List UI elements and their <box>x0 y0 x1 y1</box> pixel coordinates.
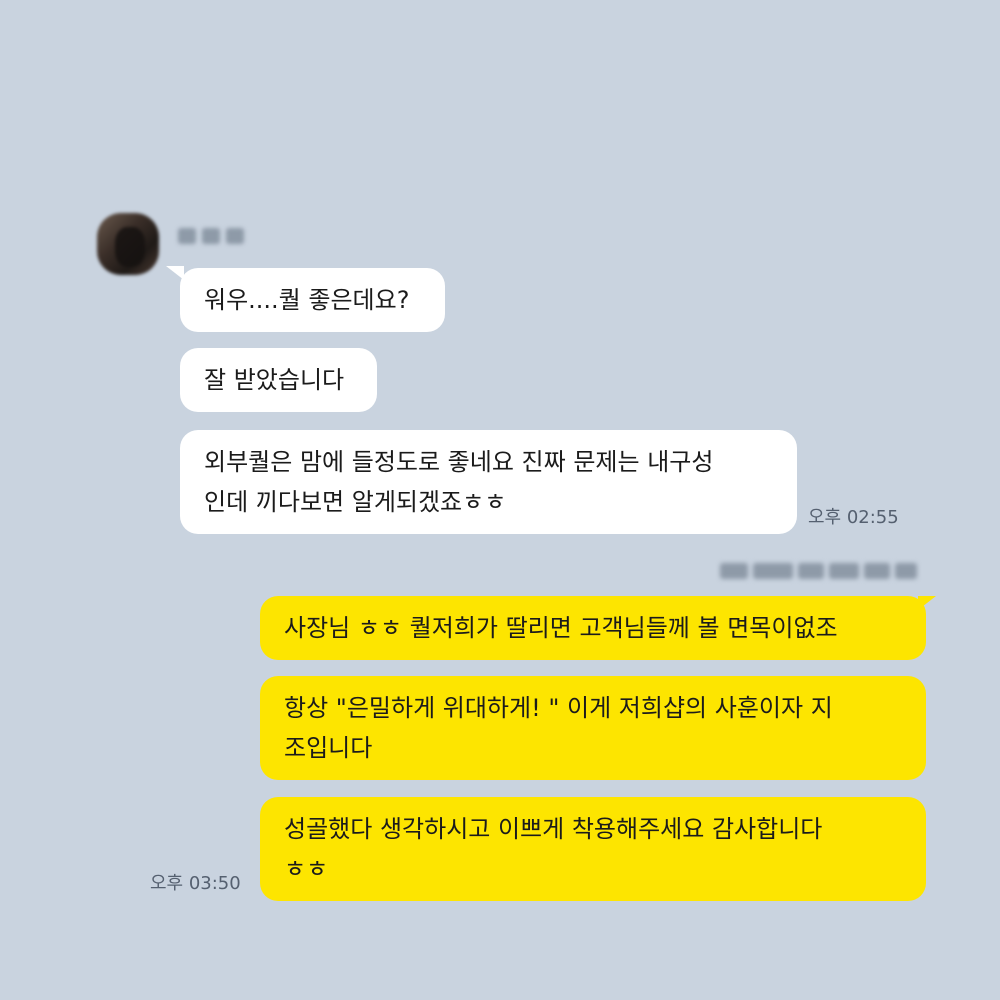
incoming-message-2[interactable]: 잘 받았습니다 <box>180 348 377 412</box>
read-status-blurred <box>720 558 926 584</box>
outgoing-message-2[interactable]: 항상 "은밀하게 위대하게! " 이게 저희샵의 사훈이자 지 조입니다 <box>260 676 926 780</box>
chat-window: 워우....퀄 좋은데요? 잘 받았습니다 외부퀄은 맘에 들정도로 좋네요 진… <box>0 0 1000 1000</box>
sender-avatar[interactable] <box>97 213 159 275</box>
incoming-message-3[interactable]: 외부퀄은 맘에 들정도로 좋네요 진짜 문제는 내구성 인데 끼다보면 알게되겠… <box>180 430 797 534</box>
incoming-message-1[interactable]: 워우....퀄 좋은데요? <box>180 268 445 332</box>
incoming-timestamp: 오후 02:55 <box>808 507 899 528</box>
outgoing-message-1[interactable]: 사장님 ㅎㅎ 퀄저희가 딸리면 고객님들께 볼 면목이없조 <box>260 596 926 660</box>
sender-name-blurred <box>178 228 256 248</box>
outgoing-message-3[interactable]: 성골했다 생각하시고 이쁘게 착용해주세요 감사합니다 ㅎㅎ <box>260 797 926 901</box>
outgoing-timestamp: 오후 03:50 <box>150 873 241 894</box>
